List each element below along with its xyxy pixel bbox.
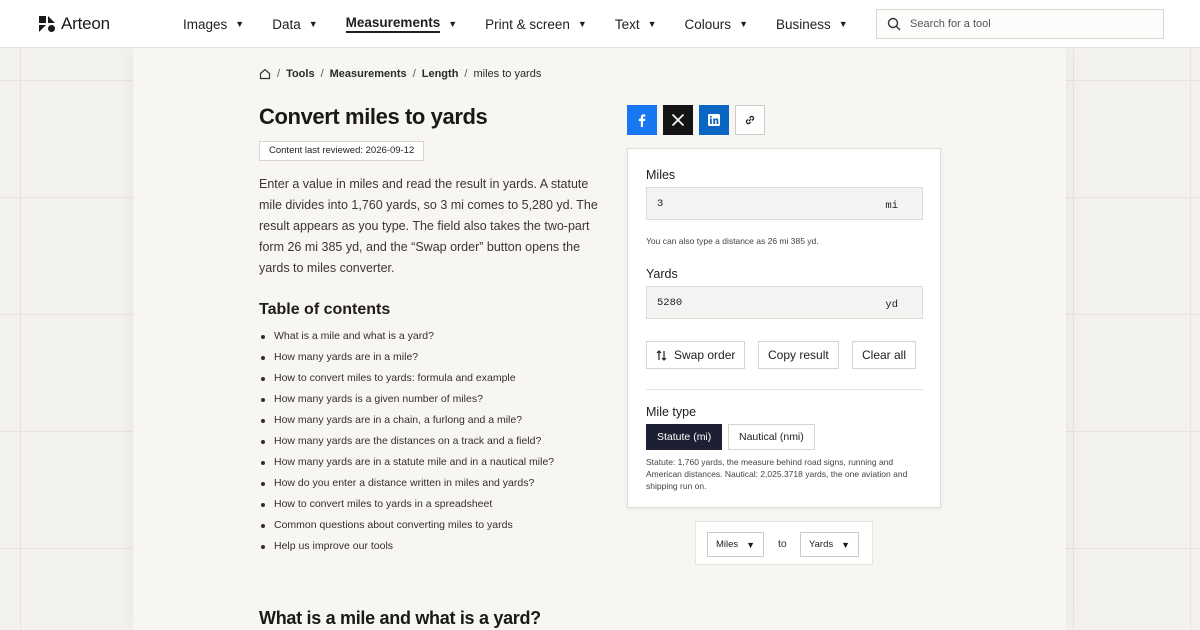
share-buttons — [627, 105, 765, 135]
logo[interactable]: Arteon — [39, 14, 110, 34]
nav-text[interactable]: Text ▼ — [615, 0, 657, 48]
miles-hint: You can also type a distance as 26 mi 38… — [646, 236, 819, 246]
miles-label: Miles — [646, 168, 676, 182]
linkedin-icon — [708, 114, 720, 126]
swap-order-label: Swap order — [674, 348, 736, 362]
breadcrumb-current: miles to yards — [473, 68, 542, 80]
toc-item[interactable]: How many yards are in a chain, a furlong… — [259, 412, 554, 433]
from-unit-select[interactable]: Miles ▼ — [707, 532, 765, 557]
nautical-option[interactable]: Nautical (nmi) — [728, 424, 815, 450]
nav-label: Business — [775, 16, 831, 32]
to-label: to — [778, 538, 787, 550]
nav-label: Text — [614, 16, 640, 32]
search-icon — [887, 17, 901, 31]
caret-down-icon: ▼ — [746, 539, 756, 550]
toc-item[interactable]: What is a mile and what is a yard? — [259, 328, 554, 349]
yards-field[interactable]: yd — [646, 286, 923, 319]
toc-title: Table of contents — [259, 301, 391, 318]
copy-link-button[interactable] — [735, 105, 765, 135]
nav-print-screen[interactable]: Print & screen ▼ — [485, 0, 587, 48]
copy-result-button[interactable]: Copy result — [758, 341, 839, 369]
yards-label: Yards — [646, 267, 678, 281]
main-nav: Images ▼ Data ▼ Measurements ▼ Print & scre… — [183, 0, 876, 48]
toc-item[interactable]: How do you enter a distance written in m… — [259, 475, 554, 496]
section-heading: What is a mile and what is a yard? — [259, 608, 541, 628]
unit-selector: Miles ▼ to Yards ▼ — [695, 521, 873, 565]
facebook-icon — [638, 114, 646, 127]
x-icon — [671, 113, 685, 127]
caret-down-icon: ▼ — [647, 19, 657, 29]
breadcrumb-tools[interactable]: Tools — [286, 68, 315, 80]
caret-down-icon: ▼ — [448, 19, 458, 29]
toc-item[interactable]: How many yards are in a mile? — [259, 349, 554, 370]
nav-data[interactable]: Data ▼ — [272, 0, 317, 48]
yards-unit: yd — [885, 299, 898, 311]
review-badge: Content last reviewed: 2026-09-12 — [259, 141, 425, 161]
nav-colours[interactable]: Colours ▼ — [685, 0, 748, 48]
clear-all-label: Clear all — [862, 348, 907, 362]
toc-item[interactable]: Common questions about converting miles … — [259, 517, 554, 538]
nav-label: Measurements — [345, 15, 441, 33]
share-x-button[interactable] — [663, 105, 693, 135]
toc-item[interactable]: Help us improve our tools — [259, 538, 554, 559]
review-date: 2026-09-12 — [365, 145, 415, 156]
divider — [646, 389, 923, 390]
swap-icon — [656, 349, 667, 361]
nav-business[interactable]: Business ▼ — [776, 0, 848, 48]
toc-item[interactable]: How many yards are the distances on a tr… — [259, 433, 554, 454]
toc-item[interactable]: How many yards is a given number of mile… — [259, 391, 554, 412]
converter-card: Miles mi You can also type a distance as… — [627, 148, 941, 508]
swap-order-button[interactable]: Swap order — [646, 341, 746, 369]
caret-down-icon: ▼ — [308, 19, 318, 29]
share-facebook-button[interactable] — [627, 105, 657, 135]
breadcrumb-separator: / — [464, 68, 468, 80]
breadcrumb-length[interactable]: Length — [422, 68, 459, 80]
home-icon[interactable] — [259, 68, 271, 80]
logo-text: Arteon — [61, 14, 110, 33]
to-unit-select[interactable]: Yards ▼ — [800, 532, 860, 557]
caret-down-icon: ▼ — [577, 19, 587, 29]
top-navigation-bar: Arteon Images ▼ Data ▼ Measurements ▼ Print… — [0, 0, 1200, 48]
nav-label: Print & screen — [485, 16, 570, 32]
yards-input[interactable] — [657, 296, 877, 309]
arteon-logo-icon — [39, 16, 55, 32]
nav-images[interactable]: Images ▼ — [183, 0, 244, 48]
statute-option[interactable]: Statute (mi) — [646, 424, 723, 450]
toc-item[interactable]: How many yards are in a statute mile and… — [259, 454, 554, 475]
nav-label: Data — [272, 16, 301, 32]
to-unit-value: Yards — [809, 539, 834, 550]
breadcrumb-separator: / — [277, 68, 281, 80]
from-unit-value: Miles — [716, 539, 739, 550]
breadcrumb-separator: / — [412, 68, 416, 80]
breadcrumb: / Tools / Measurements / Length / miles … — [259, 68, 541, 80]
search-box[interactable] — [876, 9, 1164, 39]
review-label: Content last reviewed: — [269, 145, 363, 156]
toc-item[interactable]: How to convert miles to yards: formula a… — [259, 370, 554, 391]
copy-result-label: Copy result — [768, 348, 829, 362]
breadcrumb-separator: / — [320, 68, 324, 80]
share-linkedin-button[interactable] — [699, 105, 729, 135]
toc-item[interactable]: How to convert miles to yards in a sprea… — [259, 496, 554, 517]
table-of-contents: What is a mile and what is a yard? How m… — [259, 328, 554, 559]
link-icon — [745, 115, 755, 125]
mile-type-label: Mile type — [646, 405, 697, 419]
nav-label: Colours — [684, 16, 732, 32]
clear-all-button[interactable]: Clear all — [852, 341, 917, 369]
search-input[interactable] — [910, 18, 1150, 30]
caret-down-icon: ▼ — [838, 19, 848, 29]
miles-unit: mi — [885, 200, 898, 212]
caret-down-icon: ▼ — [841, 539, 851, 550]
miles-input[interactable] — [657, 197, 877, 210]
nav-measurements[interactable]: Measurements ▼ — [345, 0, 458, 48]
caret-down-icon: ▼ — [739, 19, 748, 29]
caret-down-icon: ▼ — [235, 19, 245, 29]
breadcrumb-measurements[interactable]: Measurements — [330, 68, 407, 80]
intro-paragraph: Enter a value in miles and read the resu… — [259, 177, 598, 275]
miles-field[interactable]: mi — [646, 187, 923, 220]
page-title: Convert miles to yards — [259, 104, 488, 129]
nav-label: Images — [183, 16, 228, 32]
mile-type-note: Statute: 1,760 yards, the measure behind… — [646, 457, 908, 491]
